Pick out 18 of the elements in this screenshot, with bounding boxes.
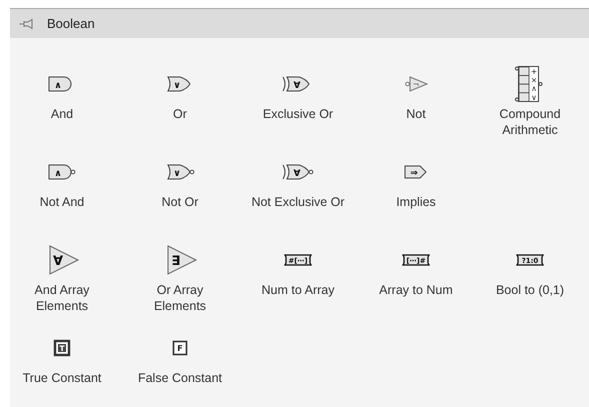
palette-item-label[interactable]: Not And (40, 194, 84, 210)
palette-item-label[interactable]: Or (173, 106, 187, 122)
palette-item-label[interactable]: Exclusive Or (262, 106, 334, 122)
palette-item-label[interactable]: Num to Array (262, 282, 334, 298)
palette-item-label[interactable]: Not Exclusive Or (251, 194, 345, 210)
palette-item-label[interactable]: Implies (396, 194, 436, 210)
pin-icon[interactable] (19, 18, 35, 30)
palette-item-label[interactable]: And Array Elements (12, 282, 112, 314)
palette-title: Boolean (47, 16, 95, 31)
palette-item-label[interactable]: Compound Arithmetic (480, 106, 580, 138)
palette-item-label[interactable]: Array to Num (379, 282, 453, 298)
palette-item-label[interactable]: Or Array Elements (130, 282, 230, 314)
palette-item-label[interactable]: Bool to (0,1) (496, 282, 564, 298)
palette-item-label[interactable]: And (50, 106, 74, 122)
palette-item-label[interactable]: False Constant (138, 370, 222, 386)
palette-item-label[interactable]: True Constant (22, 370, 102, 386)
palette-item-label[interactable]: Not Or (162, 194, 198, 210)
palette-item-label[interactable]: Not (406, 106, 426, 122)
